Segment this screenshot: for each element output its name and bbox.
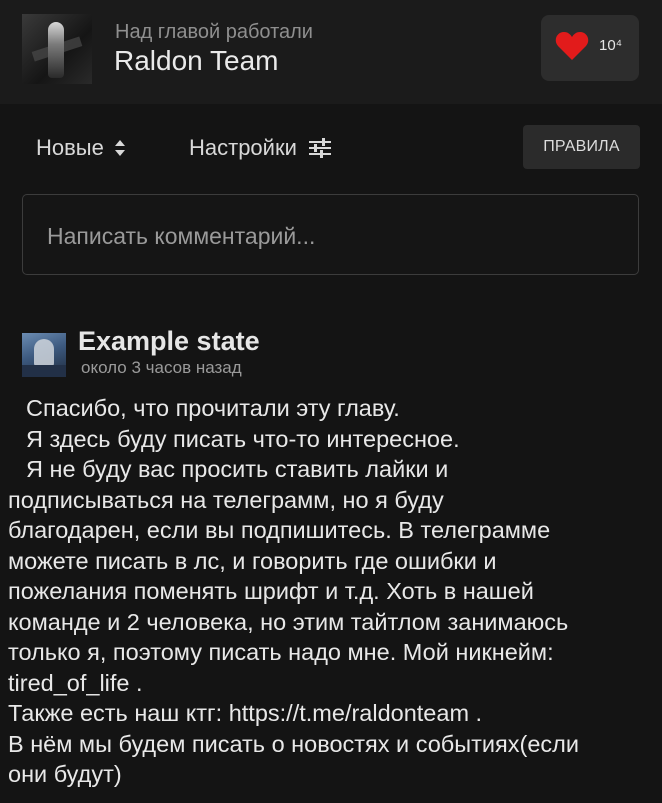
comment-line: они будут) [8,761,122,787]
comment-line: можете писать в лс, и говорить где ошибк… [8,547,497,574]
comment-line: подписываться на телеграмм, но я буду [8,486,444,513]
like-button[interactable]: 10⁴ [541,15,639,81]
comment-timestamp: около 3 часов назад [81,358,242,377]
sliders-icon [308,138,331,158]
heart-icon [555,32,589,60]
comment-line-link[interactable]: Также есть наш ктг: https://t.me/raldont… [8,698,653,729]
comment-line: пожелания поменять шрифт и т.д. Хоть в н… [8,578,534,604]
comment-input[interactable]: Написать комментарий... [22,194,639,275]
comment-line: В нём мы будем писать о новостях и событ… [8,730,579,757]
comment-author[interactable]: Example state [78,326,260,357]
comment-line: Я не буду вас просить ставить лайки и [26,456,449,482]
avatar-shape [22,365,66,377]
avatar[interactable] [22,333,66,377]
comments-toolbar: Новые Настройки ПРАВИЛА [0,118,662,178]
team-name[interactable]: Raldon Team [114,45,278,77]
comment-line: Я здесь буду писать что-то интересное. [26,425,460,452]
sort-updown-icon [114,140,125,156]
comment-line: только я, поэтому писать надо мне. Мой н… [8,639,554,665]
comment-line: tired_of_life . [8,669,143,696]
comment-line: команде и 2 человека, но этим тайтлом за… [8,608,569,635]
team-avatar[interactable] [22,14,92,84]
settings-button[interactable]: Настройки [189,135,331,161]
comment-input-placeholder: Написать комментарий... [47,223,316,249]
sort-button[interactable]: Новые [36,135,126,161]
like-count: 10⁴ [599,37,623,54]
chapter-header: Над главой работали Raldon Team 10⁴ [0,0,662,104]
comment-body: Спасибо, что прочитали эту главу. Я здес… [8,393,653,790]
rules-button[interactable]: ПРАВИЛА [523,125,640,169]
sort-label: Новые [36,135,104,160]
avatar-figure [48,22,64,78]
comment-line: благодарен, если вы подпишитесь. В телег… [8,517,551,543]
comment-line: Спасибо, что прочитали эту главу. [26,395,400,421]
header-subtitle: Над главой работали [115,21,313,43]
settings-label: Настройки [189,135,297,160]
